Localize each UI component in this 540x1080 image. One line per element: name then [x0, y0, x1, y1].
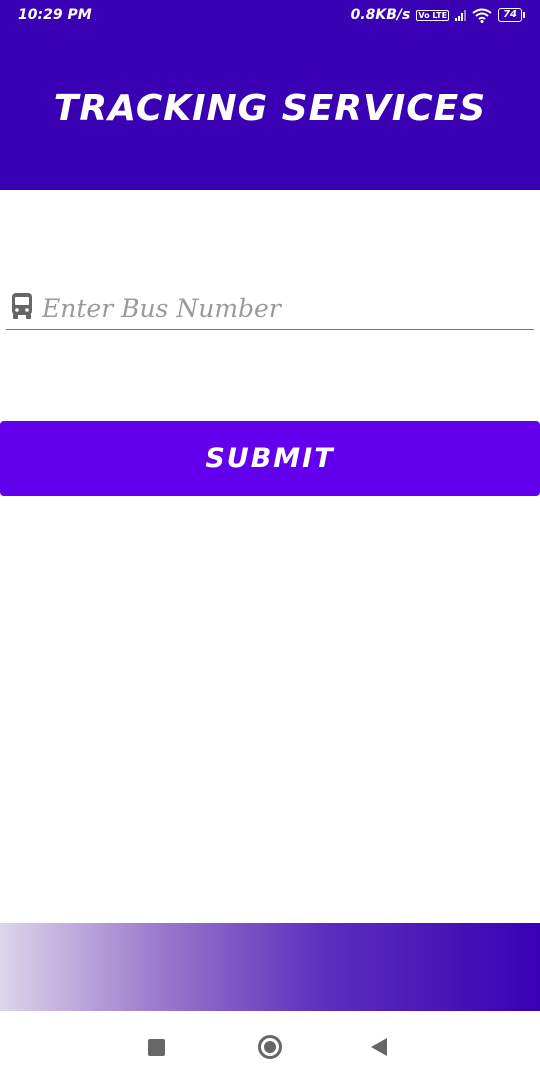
bus-icon	[12, 293, 32, 319]
status-bar: 10:29 PM 0.8KB/s Vo LTE 74	[0, 0, 540, 34]
status-time: 10:29 PM	[18, 7, 92, 23]
footer-gradient-bar	[0, 923, 540, 1011]
submit-button[interactable]: SUBMIT	[0, 421, 540, 496]
wifi-icon	[472, 8, 492, 23]
bus-number-field[interactable]	[6, 284, 534, 330]
system-navigation-bar	[0, 1011, 540, 1080]
app-header: 10:29 PM 0.8KB/s Vo LTE 74 TRACKING SERV…	[0, 0, 540, 190]
back-icon[interactable]	[371, 1038, 387, 1056]
recents-icon[interactable]	[148, 1039, 165, 1056]
signal-icon	[455, 9, 467, 21]
volte-icon: Vo LTE	[416, 9, 450, 21]
bus-number-input[interactable]	[40, 290, 524, 326]
battery-icon: 74	[498, 8, 525, 22]
page-title: TRACKING SERVICES	[53, 88, 487, 129]
home-icon[interactable]	[258, 1035, 282, 1059]
status-icons: 0.8KB/s Vo LTE 74	[350, 7, 525, 23]
net-speed: 0.8KB/s	[350, 7, 411, 23]
